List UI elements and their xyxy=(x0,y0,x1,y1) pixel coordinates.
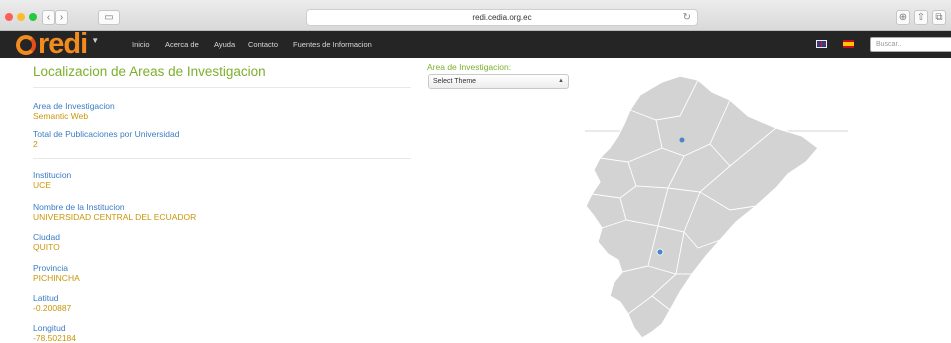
browser-toolbar: ‹ › ▭ redi.cedia.org.ec ↻ ⊕ ⇧ ⧉ xyxy=(0,0,951,31)
select-arrows-icon: ▲ xyxy=(558,78,564,84)
field-value: UNIVERSIDAD CENTRAL DEL ECUADOR xyxy=(33,212,197,222)
select-value: Select Theme xyxy=(433,78,477,85)
close-window-button[interactable] xyxy=(5,13,13,21)
forward-button[interactable]: › xyxy=(55,10,68,25)
zoom-window-button[interactable] xyxy=(29,13,37,21)
field-label: Total de Publicaciones por Universidad xyxy=(33,129,180,139)
url-text: redi.cedia.org.ec xyxy=(472,13,532,22)
tabs-icon[interactable]: ⧉ xyxy=(932,10,946,25)
field-total-publicaciones: Total de Publicaciones por Universidad 2 xyxy=(33,129,179,149)
field-institucion: Institucion UCE xyxy=(33,170,71,190)
field-longitud: Longitud -78.502184 xyxy=(33,323,76,343)
select-label: Area de Investigacion: xyxy=(427,62,512,72)
field-label: Latitud xyxy=(33,293,59,303)
divider xyxy=(33,158,411,159)
search-input[interactable]: Buscar.. xyxy=(870,37,951,52)
page-title: Localizacion de Areas de Investigacion xyxy=(33,64,266,79)
field-value: PICHINCHA xyxy=(33,273,80,283)
address-bar[interactable]: redi.cedia.org.ec ↻ xyxy=(306,9,698,26)
sidebar-icon[interactable]: ▭ xyxy=(98,10,120,25)
spanish-flag-icon[interactable] xyxy=(843,40,854,48)
logo-text: redi xyxy=(38,28,88,60)
logo-mark-icon xyxy=(16,34,36,55)
download-icon[interactable]: ⊕ xyxy=(896,10,910,25)
reload-icon[interactable]: ↻ xyxy=(683,10,691,26)
ecuador-country-shape[interactable] xyxy=(585,75,819,339)
field-ciudad: Ciudad QUITO xyxy=(33,232,60,252)
map-marker[interactable] xyxy=(679,137,685,143)
english-flag-icon[interactable] xyxy=(816,40,827,48)
field-nombre-institucion: Nombre de la Institucion UNIVERSIDAD CEN… xyxy=(33,202,196,222)
map-marker[interactable] xyxy=(656,248,664,256)
nav-contacto[interactable]: Contacto xyxy=(248,31,278,58)
field-area: Area de Investigacion Semantic Web xyxy=(33,101,115,121)
nav-acerca-de[interactable]: Acerca de xyxy=(165,31,199,58)
site-navbar: redi ▼ Inicio Acerca de Ayuda Contacto F… xyxy=(0,28,951,60)
nav-fuentes[interactable]: Fuentes de Informacion xyxy=(293,31,372,58)
field-value: UCE xyxy=(33,180,51,190)
field-latitud: Latitud -0.200887 xyxy=(33,293,71,313)
redi-logo[interactable]: redi ▼ xyxy=(16,28,99,60)
field-label: Longitud xyxy=(33,323,66,333)
field-value: Semantic Web xyxy=(33,111,89,121)
field-value: QUITO xyxy=(33,242,60,252)
chevron-down-icon[interactable]: ▼ xyxy=(91,36,99,45)
back-button[interactable]: ‹ xyxy=(42,10,55,25)
theme-select[interactable]: Select Theme ▲ xyxy=(428,74,569,89)
field-label: Ciudad xyxy=(33,232,60,242)
divider xyxy=(33,87,411,88)
field-value: -0.200887 xyxy=(33,303,72,313)
field-label: Nombre de la Institucion xyxy=(33,202,125,212)
field-label: Area de Investigacion xyxy=(33,101,115,111)
field-label: Institucion xyxy=(33,170,72,180)
ecuador-map[interactable] xyxy=(580,70,850,343)
field-label: Provincia xyxy=(33,263,68,273)
nav-inicio[interactable]: Inicio xyxy=(132,31,150,58)
minimize-window-button[interactable] xyxy=(17,13,25,21)
field-value: 2 xyxy=(33,139,38,149)
field-value: -78.502184 xyxy=(33,333,77,343)
nav-ayuda[interactable]: Ayuda xyxy=(214,31,235,58)
share-icon[interactable]: ⇧ xyxy=(914,10,928,25)
field-provincia: Provincia PICHINCHA xyxy=(33,263,80,283)
